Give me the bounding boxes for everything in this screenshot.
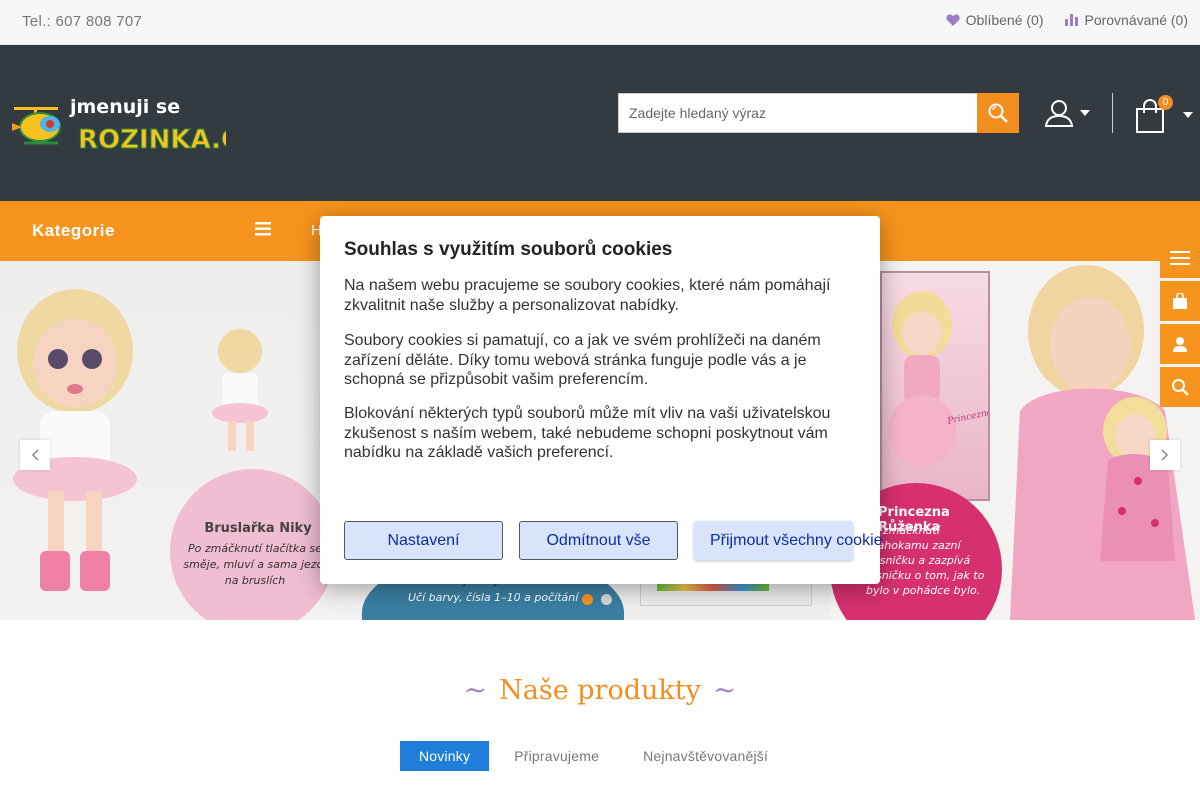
promo-text: Po zmáčknutí tlačítka se směje, mluví a … [183,542,327,587]
user-icon [1044,100,1074,127]
bar-chart-icon [1065,14,1079,26]
user-icon [1173,337,1187,352]
product-tabs: Novinky Připravujeme Nejnavštěvovanější [400,741,793,771]
decorative-tilde-icon: ~ [463,673,488,706]
chevron-down-icon [1080,110,1090,116]
favorites-link[interactable]: Oblíbené (0) [946,12,1044,28]
tab-nejnavstevovanejsi[interactable]: Nejnavštěvovanější [624,741,787,771]
products-heading: ~ Naše produkty ~ [0,673,1200,706]
cookie-paragraph: Na našem webu pracujeme se soubory cooki… [344,277,831,314]
doll-box-label: Princezna Růženka [945,397,988,427]
header-divider [1112,93,1113,133]
side-search-button[interactable] [1160,367,1200,407]
doll-box-image: Princezna Růženka [880,271,1034,501]
side-menu-button[interactable] [1160,238,1200,278]
search-input[interactable] [618,93,977,133]
promo-text: Učí barvy, čísla 1–10 a počítání [408,591,579,604]
promo-text: Po zmáčknutí drahokamu zazní básničku a … [866,524,985,597]
menu-icon[interactable] [255,222,271,241]
decorative-tilde-icon: ~ [712,673,737,706]
top-bar: Tel.: 607 808 707 Oblíbené (0) Porovnáva… [0,0,1200,45]
slider-pagination [582,594,612,605]
site-logo[interactable]: jmenuji se ROZINKA.CZ [10,93,259,156]
user-menu[interactable] [1044,95,1094,131]
chevron-left-icon [31,449,39,461]
boxed-doll-graphic: Princezna Růženka [888,291,1034,467]
side-user-button[interactable] [1160,324,1200,364]
cookie-settings-button[interactable]: Nastavení [344,521,503,560]
header: jmenuji se ROZINKA.CZ 0 [0,45,1200,201]
slider-next-button[interactable] [1150,440,1180,470]
cookie-consent-dialog: Souhlas s využitím souborů cookies Na na… [320,216,883,584]
cart-button[interactable]: 0 [1134,95,1194,135]
search-button[interactable] [977,93,1019,133]
phone-number: Tel.: 607 808 707 [22,13,143,30]
chevron-right-icon [1161,449,1169,461]
search-icon [988,103,1008,123]
heart-icon [946,14,960,26]
search-bar [618,93,1019,133]
floating-side-buttons [1160,238,1200,410]
promo-title: Bruslařka Niky [204,521,312,536]
shopping-bag-icon [1173,293,1187,309]
slider-dot[interactable] [601,594,612,605]
compare-label: Porovnávané (0) [1084,12,1188,28]
categories-label[interactable]: Kategorie [32,221,115,241]
slider-prev-button[interactable] [20,440,50,470]
promo-circle-skater: Bruslařka Niky Po zmáčknutí tlačítka se … [170,469,335,620]
logo-line1: jmenuji se [69,96,180,118]
cart-count-badge: 0 [1158,95,1173,110]
side-cart-button[interactable] [1160,281,1200,321]
logo-graphic: jmenuji se ROZINKA.CZ [12,96,259,156]
chevron-down-icon [1183,112,1193,118]
compare-link[interactable]: Porovnávané (0) [1065,12,1188,28]
favorites-label: Oblíbené (0) [965,12,1044,28]
cookie-dialog-title: Souhlas s využitím souborů cookies [344,239,673,260]
cookie-accept-all-button[interactable]: Přijmout všechny cookie [694,521,883,560]
cookie-reject-all-button[interactable]: Odmítnout vše [519,521,678,560]
menu-icon [1170,251,1190,265]
tab-novinky[interactable]: Novinky [400,741,490,771]
cookie-paragraph: Blokování některých typů souborů může mí… [344,405,831,461]
top-links: Oblíbené (0) Porovnávané (0) [946,12,1188,28]
logo-line2: ROZINKA.CZ [78,125,226,155]
search-icon [1172,379,1189,396]
tab-pripravujeme[interactable]: Připravujeme [495,741,618,771]
slider-dot[interactable] [582,594,593,605]
products-title: Naše produkty [499,675,701,706]
cookie-paragraph: Soubory cookies si pamatují, co a jak ve… [344,332,821,388]
